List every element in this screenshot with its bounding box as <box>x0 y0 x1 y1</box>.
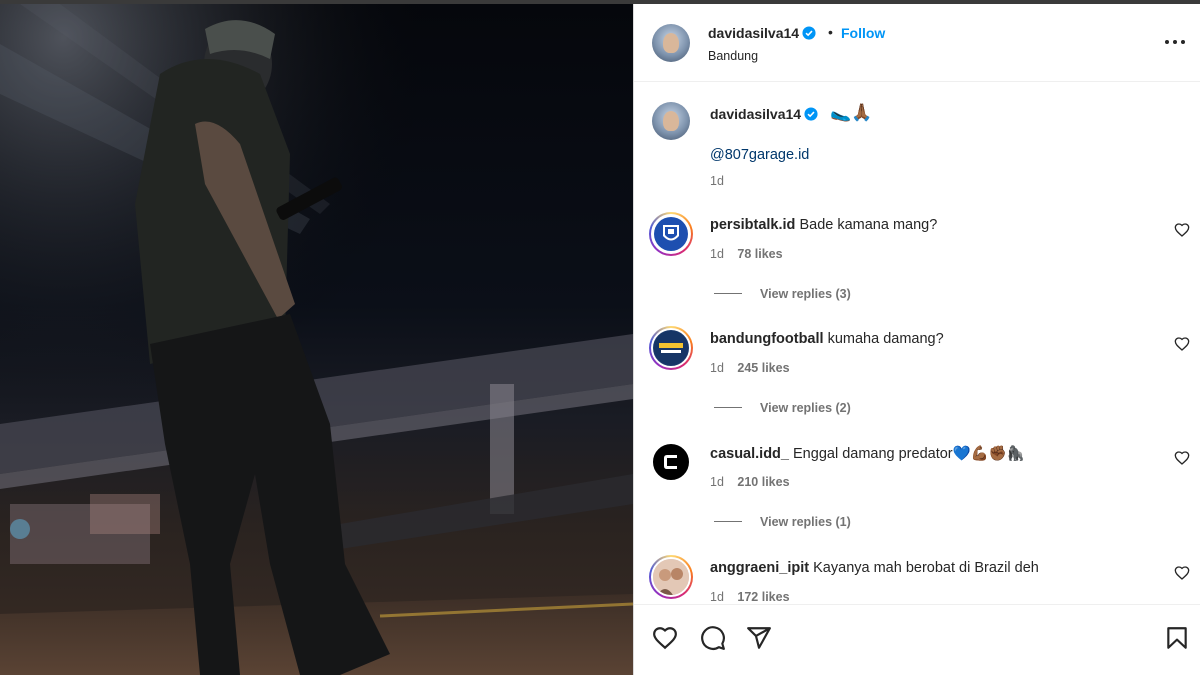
caption-emoji: 🥿🙏🏾 <box>830 103 873 122</box>
caption-username-row: davidasilva14 <box>710 106 818 124</box>
heart-icon[interactable] <box>1174 565 1190 581</box>
separator-dot: • <box>828 24 833 40</box>
post-header: davidasilva14 • Follow Bandung <box>634 4 1200 82</box>
heart-icon[interactable] <box>1174 450 1190 466</box>
comment-meta: 1d 210 likes <box>710 475 800 489</box>
comment-username[interactable]: casual.idd_ <box>710 446 789 462</box>
comment-body: Kayanya mah berobat di Brazil deh <box>813 560 1039 576</box>
comment-username[interactable]: anggraeni_ipit <box>710 560 809 576</box>
comment-meta: 1d 245 likes <box>710 361 800 375</box>
commenter-avatar[interactable] <box>649 555 693 599</box>
view-replies-button[interactable]: View replies (2) <box>714 401 851 415</box>
caption-mention-link[interactable]: @807garage.id <box>710 147 809 163</box>
verified-badge-icon <box>804 107 818 121</box>
commenter-avatar[interactable] <box>649 212 693 256</box>
casual-logo-avatar <box>654 445 688 479</box>
heart-icon[interactable] <box>1174 222 1190 238</box>
comment-meta: 1d 78 likes <box>710 247 793 261</box>
comment-body: Bade kamana mang? <box>799 217 938 233</box>
author-username-row: davidasilva14 <box>708 25 816 43</box>
comment-username[interactable]: bandungfootball <box>710 331 824 347</box>
follow-button[interactable]: Follow <box>841 25 885 41</box>
share-icon[interactable] <box>746 625 772 651</box>
comment-time: 1d <box>710 247 724 261</box>
comment-time: 1d <box>710 590 724 604</box>
comment-item: casual.idd_ Enggal damang predator💙💪🏾✊🏾🦍… <box>634 440 1200 550</box>
comment-likes[interactable]: 78 likes <box>737 247 782 261</box>
post-photo[interactable] <box>0 4 633 675</box>
comment-item: persibtalk.id Bade kamana mang? 1d 78 li… <box>634 212 1200 322</box>
comment-text: bandungfootball kumaha damang? <box>710 331 944 347</box>
more-options-icon[interactable] <box>1162 30 1188 54</box>
caption-username[interactable]: davidasilva14 <box>710 106 801 122</box>
view-replies-button[interactable]: View replies (1) <box>714 515 851 529</box>
comment-meta: 1d 172 likes <box>710 590 800 604</box>
heart-icon[interactable] <box>652 625 678 651</box>
bookmark-icon[interactable] <box>1164 625 1190 651</box>
comment-likes[interactable]: 245 likes <box>737 361 789 375</box>
comment-body: kumaha damang? <box>827 331 944 347</box>
caption-avatar[interactable] <box>652 102 690 140</box>
comment-time: 1d <box>710 361 724 375</box>
commenter-avatar[interactable] <box>649 440 693 484</box>
post-location[interactable]: Bandung <box>708 49 758 63</box>
persib-logo-avatar <box>654 217 688 251</box>
comment-likes[interactable]: 210 likes <box>737 475 789 489</box>
comment-text: anggraeni_ipit Kayanya mah berobat di Br… <box>710 560 1039 576</box>
heart-icon[interactable] <box>1174 336 1190 352</box>
comment-username[interactable]: persibtalk.id <box>710 217 795 233</box>
comment-text: persibtalk.id Bade kamana mang? <box>710 217 937 233</box>
user-photo-avatar <box>653 559 689 595</box>
photo-illustration <box>0 4 633 675</box>
comment-body: Enggal damang predator💙💪🏾✊🏾🦍 <box>793 446 1025 462</box>
post-action-bar <box>634 604 1200 675</box>
caption-timestamp: 1d <box>710 174 724 188</box>
author-username[interactable]: davidasilva14 <box>708 25 799 41</box>
post-details-panel: davidasilva14 • Follow Bandung davidasil… <box>633 4 1200 675</box>
commenter-avatar[interactable] <box>649 326 693 370</box>
author-avatar[interactable] <box>652 24 690 62</box>
comment-time: 1d <box>710 475 724 489</box>
bandung-football-logo-avatar <box>654 331 688 365</box>
comment-icon[interactable] <box>700 625 726 651</box>
view-replies-button[interactable]: View replies (3) <box>714 287 851 301</box>
verified-badge-icon <box>802 26 816 40</box>
comment-item: bandungfootball kumaha damang? 1d 245 li… <box>634 326 1200 436</box>
comment-likes[interactable]: 172 likes <box>737 590 789 604</box>
comment-item: anggraeni_ipit Kayanya mah berobat di Br… <box>634 555 1200 604</box>
comment-text: casual.idd_ Enggal damang predator💙💪🏾✊🏾🦍 <box>710 445 1025 462</box>
